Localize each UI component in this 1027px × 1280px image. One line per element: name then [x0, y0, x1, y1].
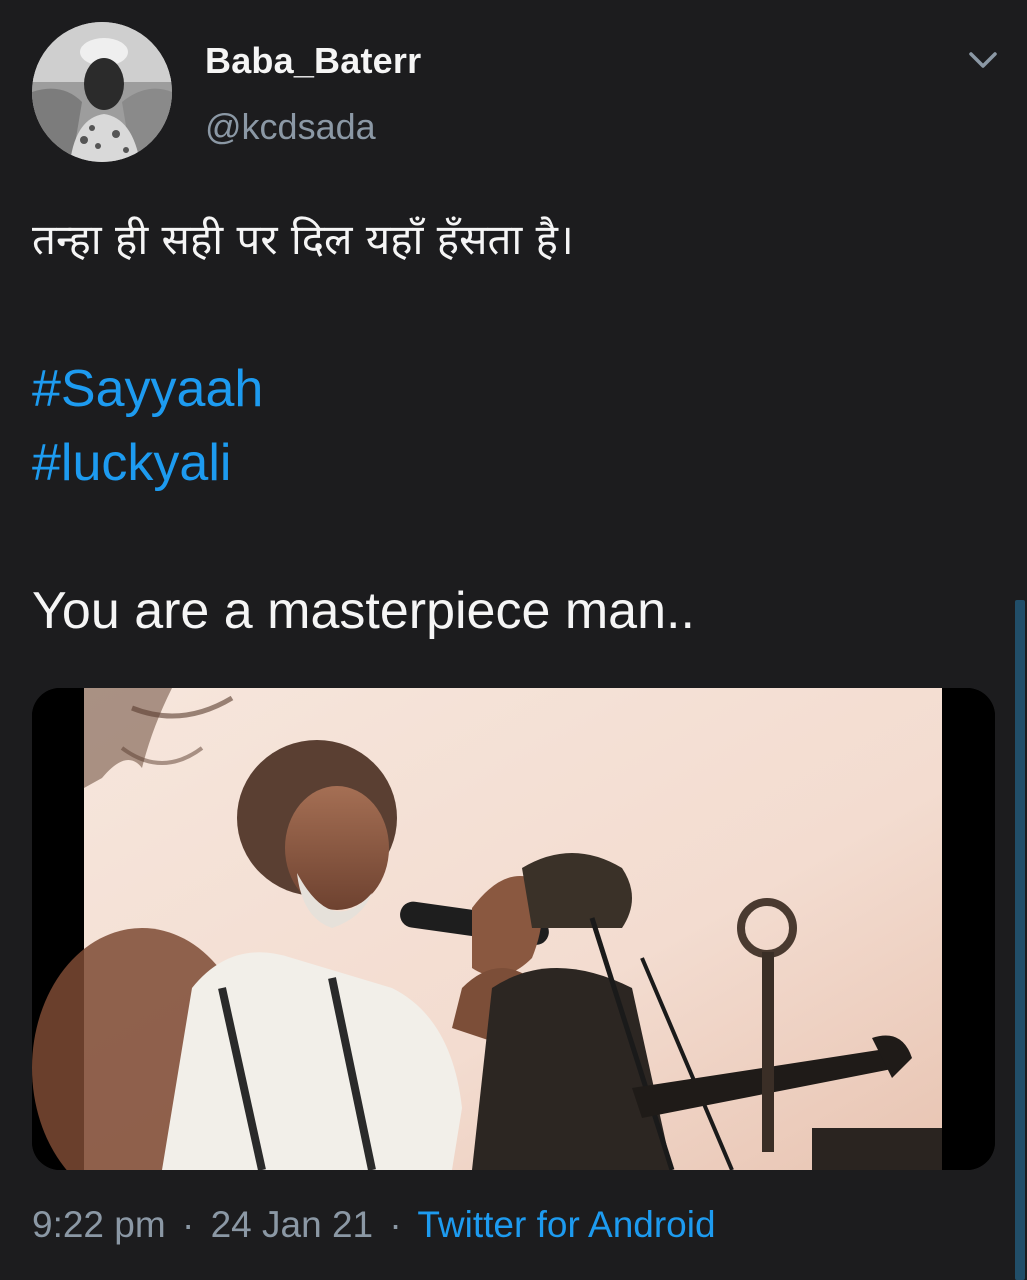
tweet-meta: 9:22 pm · 24 Jan 21 · Twitter for Androi…: [32, 1204, 716, 1246]
tweet: Baba_Baterr @kcdsada तन्हा ही सही पर दिल…: [0, 0, 1027, 1280]
tweet-date: 24 Jan 21: [210, 1204, 374, 1245]
tweet-text-english: You are a masterpiece man..: [32, 582, 695, 640]
hashtag-luckyali[interactable]: #luckyali: [32, 426, 263, 500]
tweet-time: 9:22 pm: [32, 1204, 166, 1245]
display-name[interactable]: Baba_Baterr: [205, 40, 421, 82]
tweet-text: तन्हा ही सही पर दिल यहाँ हँसता है।: [32, 202, 992, 278]
avatar-image: [32, 22, 172, 162]
user-handle[interactable]: @kcdsada: [205, 106, 376, 148]
scrollbar[interactable]: [1015, 600, 1025, 1280]
hashtag-list: #Sayyaah #luckyali: [32, 352, 263, 500]
media-image: [32, 688, 995, 1170]
meta-separator: ·: [181, 1204, 195, 1245]
avatar[interactable]: [32, 22, 172, 162]
tweet-media[interactable]: [32, 688, 995, 1170]
tweet-text-hindi: तन्हा ही सही पर दिल यहाँ हँसता है।: [32, 215, 574, 264]
hashtag-sayyaah[interactable]: #Sayyaah: [32, 352, 263, 426]
tweet-source-link[interactable]: Twitter for Android: [417, 1204, 715, 1245]
chevron-down-icon[interactable]: [963, 44, 1003, 76]
meta-separator: ·: [389, 1204, 402, 1245]
